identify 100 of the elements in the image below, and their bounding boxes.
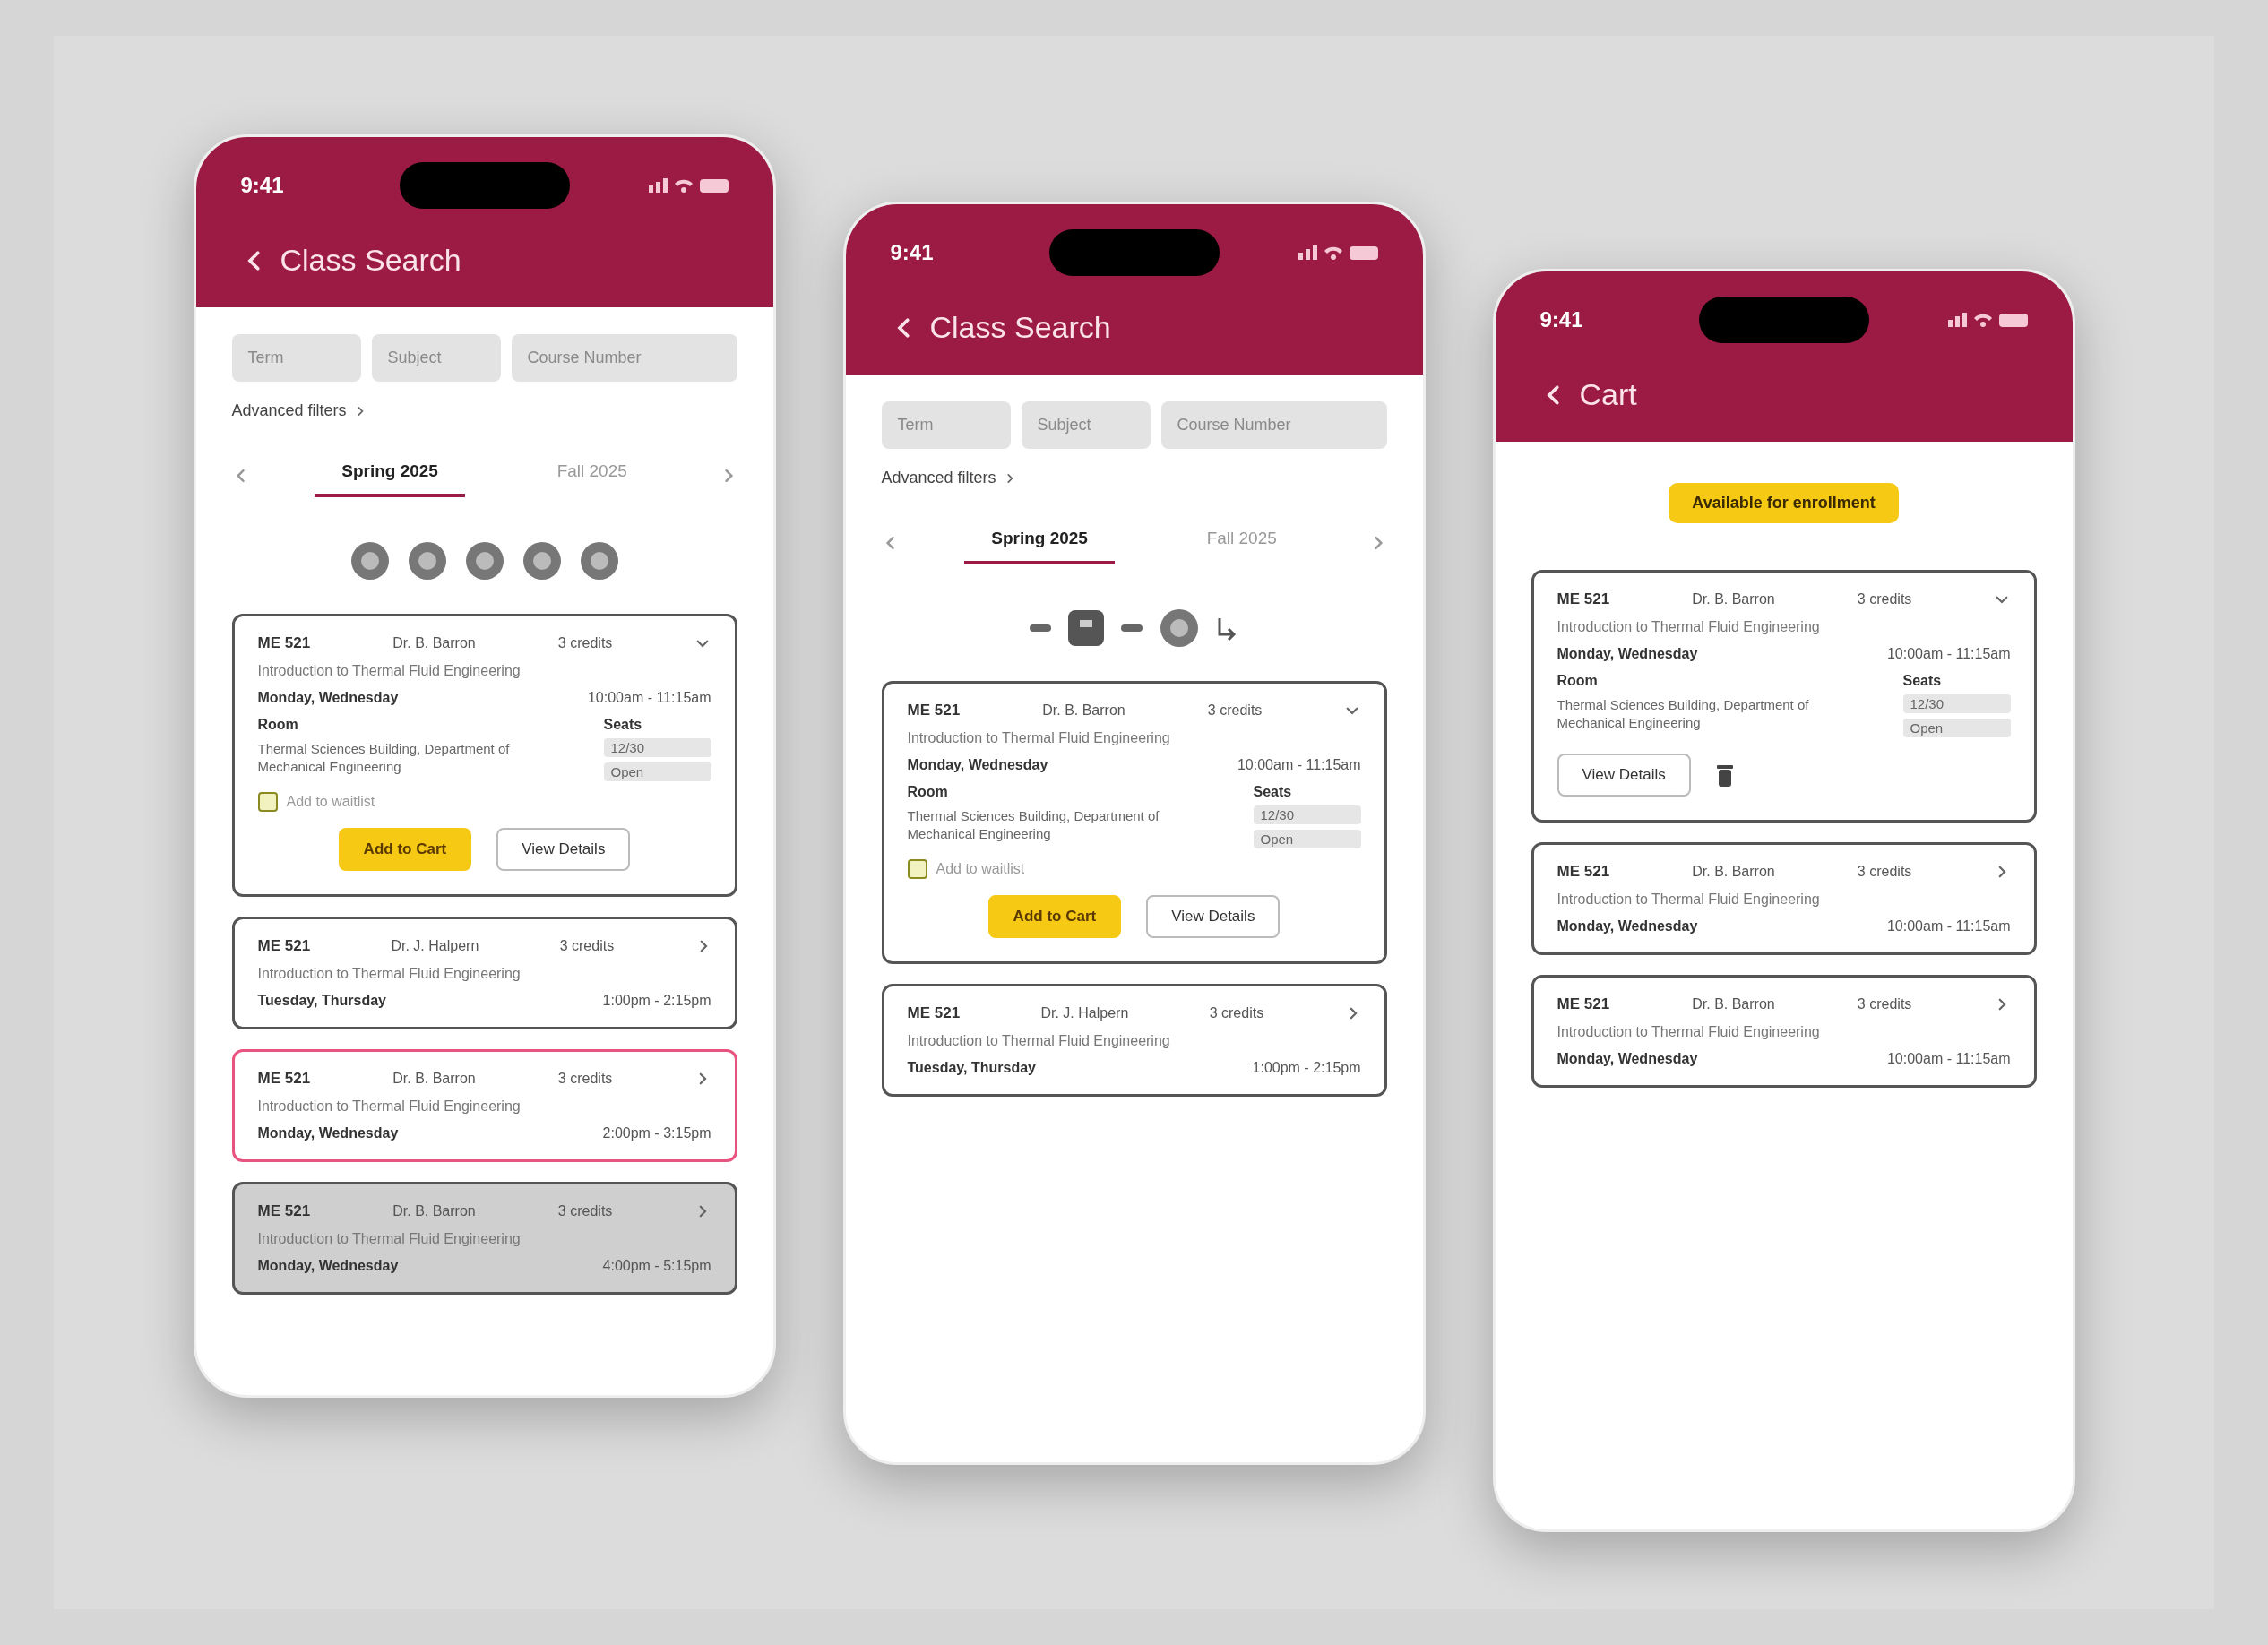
course-title: Introduction to Thermal Fluid Engineering xyxy=(257,966,522,982)
course-card[interactable] xyxy=(231,614,737,897)
course-title: Introduction to Thermal Fluid Engineering xyxy=(1557,619,1821,635)
seats-value: Open xyxy=(1902,719,2011,737)
instructor-name: Dr. B. Barron xyxy=(392,635,476,651)
credits-label: 3 credits xyxy=(1207,702,1263,719)
waitlist-checkbox[interactable] xyxy=(907,859,927,879)
course-title: Introduction to Thermal Fluid Engineering xyxy=(1557,1024,1821,1040)
credits-label: 3 credits xyxy=(1857,996,1912,1012)
seats-value: 12/30 xyxy=(603,738,711,757)
signal-icon xyxy=(1298,245,1317,260)
meeting-days: Monday, Wednesday xyxy=(257,690,399,706)
meeting-days: Monday, Wednesday xyxy=(257,1125,399,1141)
seats-value: Open xyxy=(603,762,711,781)
add-to-cart-button[interactable]: Add to Cart xyxy=(987,895,1122,938)
course-card[interactable]: ME 521 Dr. B. Barron 3 credits Introduction to Thermal Fluid Engineering Monday, Wednesday 2:00pm - 3:15pm xyxy=(231,1049,737,1162)
credits-label: 3 credits xyxy=(559,938,615,954)
course-code: ME 521 xyxy=(1557,863,1610,881)
course-code: ME 521 xyxy=(1557,590,1610,608)
screen-title: Cart xyxy=(1579,377,1637,412)
course-title: Introduction to Thermal Fluid Engineering xyxy=(907,730,1171,746)
meeting-days: Tuesday, Thursday xyxy=(257,993,386,1009)
battery-icon xyxy=(1349,245,1378,260)
credits-label: 3 credits xyxy=(557,635,613,651)
wifi-icon xyxy=(1324,245,1342,260)
course-title: Introduction to Thermal Fluid Engineering xyxy=(257,663,522,679)
round-filter-icon[interactable] xyxy=(406,540,448,581)
course-title: Introduction to Thermal Fluid Engineering xyxy=(257,1231,522,1247)
course-card[interactable]: ME 521 Dr. B. Barron 3 credits Introduction to Thermal Fluid Engineering Monday, Wednesday 10:00am - 11:15am xyxy=(1531,975,2037,1088)
screen-title: Class Search xyxy=(929,310,1111,345)
round-filter-icon[interactable] xyxy=(521,540,563,581)
signal-icon xyxy=(1947,313,1967,327)
meeting-time: 10:00am - 11:15am xyxy=(1886,646,2011,662)
instructor-name: Dr. B. Barron xyxy=(1692,591,1775,607)
meeting-time: 10:00am - 11:15am xyxy=(1886,918,2011,934)
seats-label: Seats xyxy=(1253,784,1293,800)
room-label: Room xyxy=(907,784,949,800)
round-filter-icon[interactable] xyxy=(463,540,505,581)
round-filter-icon[interactable] xyxy=(349,540,391,581)
signal-icon xyxy=(648,178,668,193)
round-filter-icon[interactable] xyxy=(1158,607,1200,649)
course-card[interactable] xyxy=(881,681,1387,964)
term-tab[interactable]: Spring 2025 xyxy=(315,454,465,497)
course-code: ME 521 xyxy=(257,937,311,955)
room-text: Thermal Sciences Building, Department of Mechanical Engineering xyxy=(1557,696,1810,731)
view-details-button[interactable]: View Details xyxy=(1146,895,1281,938)
status-time: 9:41 xyxy=(240,173,285,198)
course-code: ME 521 xyxy=(907,702,961,719)
meeting-time: 4:00pm - 5:15pm xyxy=(602,1258,711,1274)
seats-value: 12/30 xyxy=(1253,805,1361,824)
round-filter-icon[interactable] xyxy=(578,540,620,581)
course-title: Introduction to Thermal Fluid Engineering xyxy=(257,1098,522,1115)
status-time: 9:41 xyxy=(1539,307,1584,332)
course-card[interactable]: ME 521 Dr. J. Halpern 3 credits Introduction to Thermal Fluid Engineering Tuesday, Thursday 1:00pm - 2:15pm xyxy=(231,917,737,1029)
trash-icon[interactable] xyxy=(1715,762,1734,788)
meeting-days: Monday, Wednesday xyxy=(1557,918,1698,934)
room-text: Thermal Sciences Building, Department of Mechanical Engineering xyxy=(257,740,511,775)
course-code: ME 521 xyxy=(257,1202,311,1220)
seats-label: Seats xyxy=(1902,673,1943,689)
meeting-time: 10:00am - 11:15am xyxy=(1886,1051,2011,1067)
term-tab[interactable]: Spring 2025 xyxy=(964,521,1115,564)
square-filter-icon[interactable] xyxy=(1066,609,1105,647)
screen-title: Class Search xyxy=(280,243,461,278)
add-to-cart-button[interactable]: Add to Cart xyxy=(338,828,472,871)
room-text: Thermal Sciences Building, Department of Mechanical Engineering xyxy=(907,807,1160,842)
advanced-filters-link[interactable]: Advanced filters xyxy=(881,469,996,487)
waitlist-label: Add to waitlist xyxy=(936,861,1025,877)
meeting-days: Monday, Wednesday xyxy=(1557,646,1698,662)
meeting-days: Monday, Wednesday xyxy=(1557,1051,1698,1067)
dash-icon xyxy=(1029,624,1051,632)
course-code: ME 521 xyxy=(257,1070,311,1088)
view-details-button[interactable]: View Details xyxy=(1557,754,1691,797)
meeting-time: 10:00am - 11:15am xyxy=(587,690,711,706)
instructor-name: Dr. J. Halpern xyxy=(391,938,479,954)
seats-label: Seats xyxy=(603,717,643,733)
status-time: 9:41 xyxy=(890,240,935,265)
credits-label: 3 credits xyxy=(557,1203,613,1219)
meeting-days: Monday, Wednesday xyxy=(257,1258,399,1274)
course-card[interactable] xyxy=(1531,570,2037,822)
credits-label: 3 credits xyxy=(1209,1005,1264,1021)
battery-icon xyxy=(1998,313,2028,327)
advanced-filters-link[interactable]: Advanced filters xyxy=(231,401,347,420)
view-details-button[interactable]: View Details xyxy=(496,828,631,871)
credits-label: 3 credits xyxy=(557,1071,613,1087)
meeting-time: 10:00am - 11:15am xyxy=(1237,757,1361,773)
course-code: ME 521 xyxy=(1557,995,1610,1013)
seats-value: Open xyxy=(1253,830,1361,848)
meeting-time: 2:00pm - 3:15pm xyxy=(602,1125,711,1141)
instructor-name: Dr. J. Halpern xyxy=(1040,1005,1129,1021)
meeting-time: 1:00pm - 2:15pm xyxy=(1252,1060,1361,1076)
course-card[interactable]: ME 521 Dr. B. Barron 3 credits Introduction to Thermal Fluid Engineering Monday, Wednesday 10:00am - 11:15am xyxy=(1531,842,2037,955)
credits-label: 3 credits xyxy=(1857,591,1912,607)
instructor-name: Dr. B. Barron xyxy=(1692,996,1775,1012)
seats-value: 12/30 xyxy=(1902,694,2011,713)
meeting-time: 1:00pm - 2:15pm xyxy=(602,993,711,1009)
course-card[interactable]: ME 521 Dr. J. Halpern 3 credits Introduction to Thermal Fluid Engineering Tuesday, Thursday 1:00pm - 2:15pm xyxy=(881,984,1387,1097)
enrollment-status-badge: Available for enrollment xyxy=(1669,483,1899,523)
instructor-name: Dr. B. Barron xyxy=(1042,702,1125,719)
course-title: Introduction to Thermal Fluid Engineering xyxy=(907,1033,1171,1049)
waitlist-checkbox[interactable] xyxy=(257,792,278,812)
